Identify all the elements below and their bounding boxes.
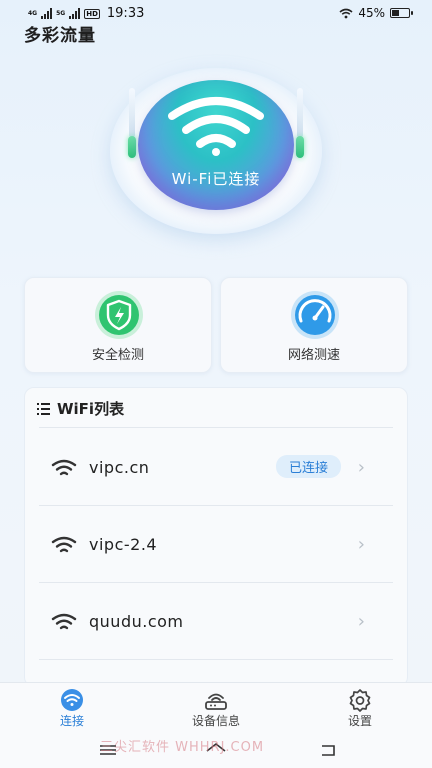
status-right: 45% xyxy=(339,6,413,20)
security-check-card[interactable]: 安全检测 xyxy=(24,277,212,373)
indicator-light-left xyxy=(128,136,136,158)
antenna-left xyxy=(129,88,135,138)
watermark: 三尖汇软件 WHHRJ.COM xyxy=(100,740,265,755)
bottom-tab-bar: 连接 设备信息 设置 xyxy=(0,682,432,735)
wifi-name: vipc.cn xyxy=(89,458,150,477)
wifi-status-icon xyxy=(339,8,353,18)
wifi-signal-icon xyxy=(51,613,77,630)
indicator-light-right xyxy=(296,136,304,158)
wifi-list-item[interactable]: vipc-2.4 › xyxy=(39,505,393,582)
gear-icon xyxy=(349,689,371,712)
wifi-signal-icon xyxy=(51,536,77,553)
tab-settings[interactable]: 设置 xyxy=(310,683,410,735)
wifi-list-panel: WiFi列表 vipc.cn 已连接 › vipc-2.4 › quudu.co… xyxy=(24,387,408,687)
tab-connect[interactable]: 连接 xyxy=(22,683,122,735)
chevron-right-icon: › xyxy=(357,457,365,478)
wifi-list-header: WiFi列表 xyxy=(37,398,124,419)
back-icon[interactable] xyxy=(316,740,340,760)
hd-badge: HD xyxy=(84,8,100,19)
battery-percent: 45% xyxy=(358,6,385,20)
chevron-right-icon: › xyxy=(357,534,365,555)
tab-settings-label: 设置 xyxy=(347,714,372,728)
divider xyxy=(39,659,393,660)
wifi-list-title: WiFi列表 xyxy=(57,400,125,418)
tab-device-info[interactable]: 设备信息 xyxy=(166,683,266,735)
wifi-name: vipc-2.4 xyxy=(89,535,158,554)
tab-connect-label: 连接 xyxy=(59,714,84,728)
battery-icon xyxy=(390,8,413,18)
connection-hero[interactable]: Wi-Fi已连接 xyxy=(104,66,328,236)
antenna-right xyxy=(297,88,303,138)
speed-test-label: 网络测速 xyxy=(287,348,340,363)
network-5g-label: 5G xyxy=(56,9,66,17)
wifi-name: quudu.com xyxy=(89,612,184,631)
wifi-list-item[interactable]: vipc.cn 已连接 › xyxy=(39,428,393,505)
connected-badge: 已连接 xyxy=(275,455,341,478)
speed-test-card[interactable]: 网络测速 xyxy=(220,277,408,373)
speedometer-icon xyxy=(291,291,339,339)
router-icon xyxy=(205,693,227,710)
list-icon xyxy=(37,402,51,415)
chevron-right-icon: › xyxy=(357,611,365,632)
status-time: 19:33 xyxy=(106,6,145,21)
connection-status: Wi-Fi已连接 xyxy=(171,170,261,188)
shield-lightning-icon xyxy=(95,291,143,339)
signal-icon xyxy=(69,8,81,19)
wifi-signal-icon xyxy=(51,459,77,476)
app-title: 多彩流量 xyxy=(24,26,96,46)
security-check-label: 安全检测 xyxy=(91,348,144,363)
wifi-icon xyxy=(61,689,83,711)
network-4g-label: 4G xyxy=(28,9,38,17)
tab-device-info-label: 设备信息 xyxy=(191,714,240,728)
status-left: 4G 5G HD 19:33 xyxy=(28,6,144,21)
wifi-icon xyxy=(168,97,264,156)
wifi-list-item[interactable]: quudu.com › xyxy=(39,582,393,659)
signal-icon xyxy=(41,8,53,19)
